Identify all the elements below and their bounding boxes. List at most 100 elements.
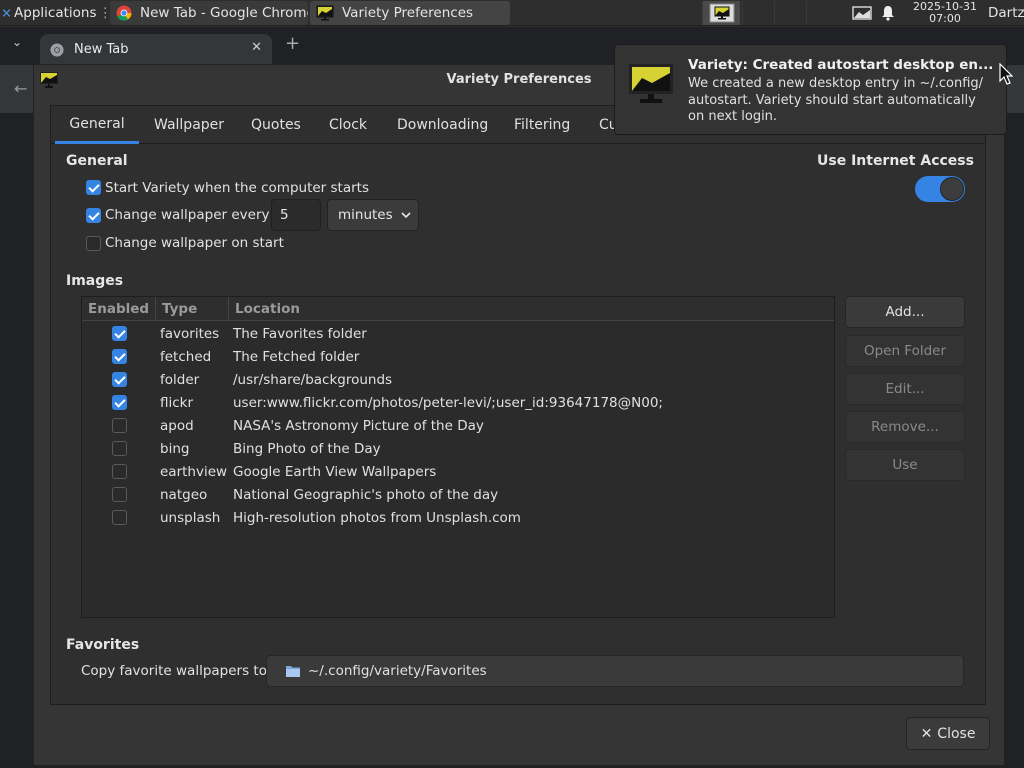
source-location: Google Earth View Wallpapers	[233, 463, 437, 480]
clock-time: 07:00	[929, 11, 961, 25]
tray-slot-empty[interactable]	[806, 1, 842, 25]
notification-title: Variety: Created autostart desktop en...	[688, 57, 994, 73]
start-on-boot-checkbox[interactable]	[86, 180, 101, 195]
source-type: flickr	[160, 394, 194, 411]
task-variety[interactable]: Variety Preferences	[310, 1, 510, 25]
notification-popup[interactable]: Variety: Created autostart desktop en...…	[614, 44, 1007, 135]
tab-clock[interactable]: Clock	[329, 106, 367, 144]
tab-search-chevron-icon[interactable]: ⌄	[12, 35, 22, 49]
copy-favorites-label: Copy favorite wallpapers to	[81, 663, 267, 679]
enabled-cell	[82, 391, 156, 414]
mouse-cursor-icon	[999, 63, 1013, 85]
table-row[interactable]: bing Bing Photo of the Day	[82, 437, 834, 460]
tab-filtering[interactable]: Filtering	[514, 106, 570, 144]
add-source-button[interactable]: Add...	[845, 296, 965, 328]
tray-variety[interactable]	[702, 1, 740, 25]
xfce-icon	[2, 9, 11, 17]
enabled-cell	[82, 506, 156, 529]
task-chrome[interactable]: New Tab - Google Chrome	[110, 1, 308, 25]
use-source-button[interactable]: Use	[845, 449, 965, 481]
table-row[interactable]: folder/usr/share/backgrounds	[82, 368, 834, 391]
images-section-title: Images	[66, 273, 124, 289]
internet-access-switch[interactable]	[915, 176, 965, 202]
general-section-title: General	[66, 153, 128, 169]
source-location: The Favorites folder	[233, 325, 367, 342]
user-menu[interactable]: Dartz	[988, 0, 1024, 26]
tray-slot-empty[interactable]	[774, 1, 804, 25]
panel-clock[interactable]: 2025-10-31 07:00	[907, 1, 983, 24]
source-enabled-checkbox[interactable]	[111, 372, 127, 387]
source-enabled-checkbox[interactable]	[111, 326, 127, 341]
close-tab-icon[interactable]: ✕	[251, 40, 262, 55]
source-type: bing	[160, 440, 190, 457]
source-location: user:www.flickr.com/photos/peter-levi/;u…	[233, 394, 663, 411]
display-tray-icon[interactable]	[852, 0, 874, 26]
source-enabled-checkbox[interactable]	[111, 418, 127, 433]
change-on-start-checkbox[interactable]	[86, 236, 101, 251]
chrome-tab[interactable]: New Tab ✕	[40, 34, 272, 65]
preferences-notebook: General Wallpaper Quotes Clock Downloadi…	[50, 105, 986, 705]
new-tab-plus-icon[interactable]: +	[285, 33, 300, 54]
chrome-newtab-icon	[50, 42, 64, 57]
task-label: Variety Preferences	[342, 5, 474, 21]
change-every-checkbox[interactable]	[86, 208, 101, 223]
image-sources-table[interactable]: Enabled Type Location favorites The Favor…	[81, 296, 835, 618]
column-type[interactable]: Type	[156, 297, 229, 321]
notification-bell-icon[interactable]	[881, 0, 899, 26]
variety-notification-icon	[629, 64, 673, 103]
source-type: folder	[160, 371, 200, 388]
table-row[interactable]: fetched The Fetched folder	[82, 345, 834, 368]
column-location[interactable]: Location	[229, 297, 835, 321]
table-row[interactable]: unsplash High-resolution photos from Unsp…	[82, 506, 834, 529]
change-interval-input[interactable]: 5	[271, 199, 321, 231]
source-type: earthview	[160, 463, 228, 480]
notification-body: We created a new desktop entry in ~/.con…	[688, 76, 984, 124]
enabled-cell	[82, 437, 156, 460]
start-on-boot-label: Start Variety when the computer starts	[105, 180, 369, 196]
task-label: New Tab - Google Chrome	[140, 5, 308, 21]
chevron-down-icon	[401, 211, 411, 218]
source-location: National Geographic's photo of the day	[233, 486, 499, 503]
applications-menu[interactable]: Applications ⋮	[2, 0, 112, 26]
source-location: NASA's Astronomy Picture of the Day	[233, 417, 484, 434]
favorites-folder-chooser[interactable]: ~/.config/variety/Favorites	[266, 655, 964, 687]
edit-source-button[interactable]: Edit...	[845, 373, 965, 405]
source-enabled-checkbox[interactable]	[111, 441, 127, 456]
close-button[interactable]: ✕ Close	[906, 717, 990, 750]
change-on-start-label: Change wallpaper on start	[105, 235, 284, 251]
favorites-section-title: Favorites	[66, 637, 140, 653]
clock-date: 2025-10-31	[913, 0, 977, 13]
folder-icon	[286, 666, 300, 677]
tray-slot-empty[interactable]	[742, 1, 772, 25]
enabled-cell	[82, 414, 156, 437]
column-enabled[interactable]: Enabled	[82, 297, 156, 321]
tab-general[interactable]: General	[55, 106, 139, 144]
variety-tray-icon	[709, 3, 735, 23]
source-enabled-checkbox[interactable]	[111, 510, 127, 525]
table-row[interactable]: flickr user:www.flickr.com/photos/peter-l…	[82, 391, 834, 414]
table-row[interactable]: natgeo National Geographic's photo of the…	[82, 483, 834, 506]
source-location: Bing Photo of the Day	[233, 440, 381, 457]
back-arrow-icon[interactable]: ←	[14, 79, 27, 98]
interval-unit-select[interactable]: minutes	[327, 199, 419, 231]
source-enabled-checkbox[interactable]	[111, 464, 127, 479]
open-folder-button[interactable]: Open Folder	[845, 335, 965, 367]
tab-wallpaper[interactable]: Wallpaper	[154, 106, 224, 144]
variety-preferences-dialog: Variety Preferences General Wallpaper Qu…	[33, 64, 1005, 766]
source-enabled-checkbox[interactable]	[111, 349, 127, 364]
table-row[interactable]: apod NASA's Astronomy Picture of the Day	[82, 414, 834, 437]
internet-access-label: Use Internet Access	[817, 153, 974, 169]
remove-source-button[interactable]: Remove...	[845, 411, 965, 443]
table-row[interactable]: earthview Google Earth View Wallpapers	[82, 460, 834, 483]
table-header: Enabled Type Location	[82, 297, 834, 321]
source-enabled-checkbox[interactable]	[111, 487, 127, 502]
change-every-label: Change wallpaper every	[105, 207, 270, 223]
source-enabled-checkbox[interactable]	[111, 395, 127, 410]
source-type: apod	[160, 417, 194, 434]
tab-downloading[interactable]: Downloading	[397, 106, 488, 144]
source-location: The Fetched folder	[233, 348, 360, 365]
user-name: Dartz	[988, 5, 1024, 21]
tab-quotes[interactable]: Quotes	[251, 106, 301, 144]
table-row[interactable]: favorites The Favorites folder	[82, 322, 834, 345]
source-location: High-resolution photos from Unsplash.com	[233, 509, 521, 526]
